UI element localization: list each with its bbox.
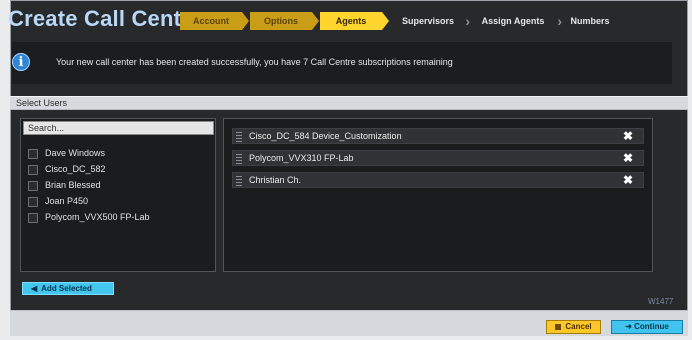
wizard-step-label: Agents — [335, 16, 367, 26]
add-selected-label: Add Selected — [41, 284, 92, 293]
wizard-steps: Account Options Agents Supervisors › Assi… — [180, 12, 622, 30]
list-item[interactable]: Dave Windows — [28, 148, 105, 162]
drag-handle-icon[interactable] — [236, 132, 242, 142]
page-title: Create Call Centre — [8, 6, 203, 31]
available-users-panel — [20, 118, 216, 272]
wizard-step-label: Account — [193, 16, 229, 26]
arrow-left-icon: ◀ — [31, 284, 38, 293]
close-icon[interactable]: ✖ — [623, 129, 633, 143]
cancel-button[interactable]: Cancel — [546, 320, 601, 334]
section-header — [10, 96, 688, 110]
close-icon[interactable]: ✖ — [623, 173, 633, 187]
list-item-label: Brian Blessed — [45, 180, 101, 190]
checkbox[interactable] — [28, 164, 38, 175]
agent-label: Polycom_VVX310 FP-Lab — [249, 153, 354, 163]
drag-handle-icon[interactable] — [236, 154, 242, 164]
wizard-step-supervisors[interactable]: Supervisors › — [390, 12, 470, 30]
list-item-label: Dave Windows — [45, 148, 106, 158]
wizard-step-numbers[interactable]: Numbers — [560, 12, 620, 30]
close-icon[interactable]: ✖ — [623, 151, 633, 165]
add-selected-button[interactable]: ◀ Add Selected — [22, 282, 114, 295]
list-item[interactable]: Cisco_DC_582 — [28, 164, 106, 178]
list-item-label: Joan P450 — [45, 196, 89, 206]
wizard-step-assign-agents[interactable]: Assign Agents › — [468, 12, 562, 30]
agent-row[interactable]: Polycom_VVX310 FP-Lab ✖ — [232, 150, 644, 166]
agent-row[interactable]: Christian Ch. ✖ — [232, 172, 644, 188]
agent-label: Christian Ch. — [249, 175, 302, 185]
version-label: W1477 — [648, 297, 674, 306]
list-item-label: Polycom_VVX500 FP-Lab — [45, 212, 150, 222]
wizard-step-label: Options — [264, 16, 298, 26]
checkbox[interactable] — [28, 196, 38, 207]
chevron-right-icon — [312, 12, 319, 30]
chevron-right-icon — [382, 12, 389, 30]
wizard-step-label: Assign Agents — [481, 16, 545, 26]
wizard-step-account[interactable]: Account — [180, 12, 249, 30]
cancel-label: Cancel — [565, 322, 592, 331]
checkbox[interactable] — [28, 180, 38, 191]
list-item[interactable]: Brian Blessed — [28, 180, 101, 194]
wizard-step-options[interactable]: Options — [250, 12, 319, 30]
wizard-step-agents[interactable]: Agents — [320, 12, 389, 30]
cancel-icon — [555, 323, 562, 330]
list-item-label: Cisco_DC_582 — [45, 164, 106, 174]
agent-label: Cisco_DC_584 Device_Customization — [249, 131, 402, 141]
notice-text: Your new call center has been created su… — [56, 57, 453, 67]
agent-row[interactable]: Cisco_DC_584 Device_Customization ✖ — [232, 128, 644, 144]
continue-button[interactable]: ➜ Continue — [611, 320, 683, 334]
continue-label: Continue — [634, 322, 669, 331]
wizard-step-label: Numbers — [570, 16, 610, 26]
list-item[interactable]: Polycom_VVX500 FP-Lab — [28, 212, 150, 226]
checkbox[interactable] — [28, 212, 38, 223]
drag-handle-icon[interactable] — [236, 176, 242, 186]
info-icon: i — [12, 53, 30, 71]
search-input[interactable]: Search... — [23, 121, 214, 135]
list-item[interactable]: Joan P450 — [28, 196, 88, 210]
section-title: Select Users — [16, 98, 68, 108]
wizard-step-label: Supervisors — [401, 16, 455, 26]
checkbox[interactable] — [28, 148, 38, 159]
chevron-right-icon — [242, 12, 249, 30]
arrow-right-icon: ➜ — [625, 322, 635, 331]
